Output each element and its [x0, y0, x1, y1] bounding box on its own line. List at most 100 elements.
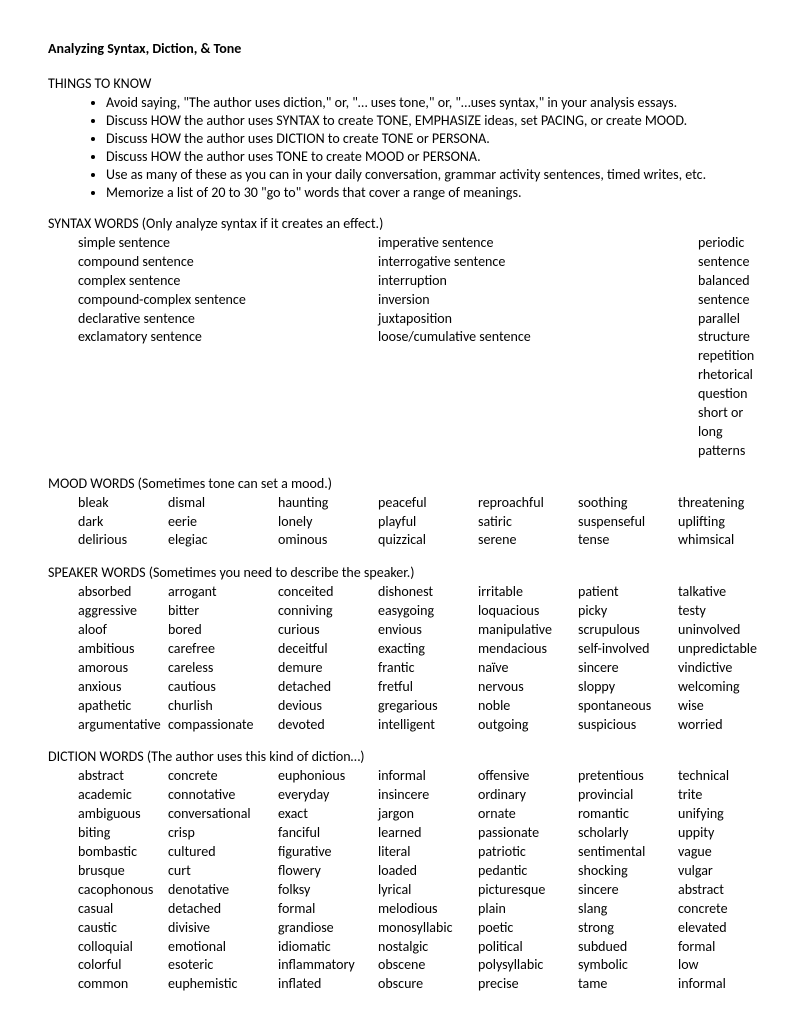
things-to-know-header: THINGS TO KNOW — [48, 75, 743, 92]
word-item: repetition — [698, 347, 754, 366]
word-item: insincere — [378, 786, 478, 805]
word-item: self-involved — [578, 640, 678, 659]
word-item: frantic — [378, 659, 478, 678]
word-item: obscene — [378, 956, 478, 975]
word-item: nervous — [478, 678, 578, 697]
word-item: common — [78, 975, 168, 994]
word-item: detached — [278, 678, 378, 697]
word-item: anxious — [78, 678, 168, 697]
word-column: patientpickyscrupulousself-involvedsince… — [578, 583, 678, 734]
word-item: subdued — [578, 938, 678, 957]
word-item: exacting — [378, 640, 478, 659]
word-column: talkativetestyuninvolvedunpredictablevin… — [678, 583, 757, 734]
word-item: parallel structure — [698, 310, 754, 348]
word-item: loaded — [378, 862, 478, 881]
word-item: threatening — [678, 494, 744, 513]
word-item: low — [678, 956, 743, 975]
word-item: ornate — [478, 805, 578, 824]
word-item: suspicious — [578, 716, 678, 735]
word-item: argumentative — [78, 716, 168, 735]
word-item: loquacious — [478, 602, 578, 621]
word-item: imperative sentence — [378, 234, 698, 253]
word-column: simple sentencecompound sentencecomplex … — [78, 234, 378, 461]
word-item: short or long patterns — [698, 404, 754, 461]
word-item: cacophonous — [78, 881, 168, 900]
word-item: euphemistic — [168, 975, 278, 994]
word-item: picturesque — [478, 881, 578, 900]
diction-columns: abstractacademicambiguousbitingbombastic… — [48, 767, 743, 994]
word-item: abstract — [678, 881, 743, 900]
list-item: Discuss HOW the author uses SYNTAX to cr… — [106, 112, 743, 129]
word-item: shocking — [578, 862, 678, 881]
word-column: offensiveordinaryornatepassionatepatriot… — [478, 767, 578, 994]
word-item: brusque — [78, 862, 168, 881]
word-item: spontaneous — [578, 697, 678, 716]
diction-header: DICTION WORDS (The author uses this kind… — [48, 748, 743, 765]
word-item: colloquial — [78, 938, 168, 957]
word-column: euphoniouseverydayexactfancifulfigurativ… — [278, 767, 378, 994]
word-item: academic — [78, 786, 168, 805]
word-item: ambiguous — [78, 805, 168, 824]
word-item: romantic — [578, 805, 678, 824]
word-item: provincial — [578, 786, 678, 805]
word-item: absorbed — [78, 583, 168, 602]
word-item: learned — [378, 824, 478, 843]
word-item: vulgar — [678, 862, 743, 881]
word-item: conversational — [168, 805, 278, 824]
word-item: devious — [278, 697, 378, 716]
word-item: aggressive — [78, 602, 168, 621]
word-item: unifying — [678, 805, 743, 824]
word-item: crisp — [168, 824, 278, 843]
word-item: conceited — [278, 583, 378, 602]
word-item: arrogant — [168, 583, 278, 602]
word-item: curt — [168, 862, 278, 881]
word-item: whimsical — [678, 531, 744, 550]
word-item: patient — [578, 583, 678, 602]
speaker-header: SPEAKER WORDS (Sometimes you need to des… — [48, 564, 743, 581]
word-item: playful — [378, 513, 478, 532]
word-item: exclamatory sentence — [78, 328, 378, 347]
word-item: conniving — [278, 602, 378, 621]
word-column: reproachfulsatiricserene — [478, 494, 578, 551]
word-column: imperative sentenceinterrogative sentenc… — [378, 234, 698, 461]
word-item: literal — [378, 843, 478, 862]
word-item: simple sentence — [78, 234, 378, 253]
word-item: elevated — [678, 919, 743, 938]
word-item: noble — [478, 697, 578, 716]
word-item: euphonious — [278, 767, 378, 786]
word-item: mendacious — [478, 640, 578, 659]
word-item: bitter — [168, 602, 278, 621]
word-item: vindictive — [678, 659, 757, 678]
word-item: melodious — [378, 900, 478, 919]
word-item: monosyllabic — [378, 919, 478, 938]
word-item: passionate — [478, 824, 578, 843]
word-item: sincere — [578, 881, 678, 900]
word-item: ominous — [278, 531, 378, 550]
word-item: trite — [678, 786, 743, 805]
word-item: intelligent — [378, 716, 478, 735]
word-item: periodic sentence — [698, 234, 754, 272]
word-item: slang — [578, 900, 678, 919]
word-item: connotative — [168, 786, 278, 805]
word-item: uppity — [678, 824, 743, 843]
word-item: inversion — [378, 291, 698, 310]
word-item: symbolic — [578, 956, 678, 975]
word-item: lyrical — [378, 881, 478, 900]
word-item: eerie — [168, 513, 278, 532]
syntax-columns: simple sentencecompound sentencecomplex … — [48, 234, 743, 461]
word-item: esoteric — [168, 956, 278, 975]
word-column: dishonesteasygoingenviousexactingfrantic… — [378, 583, 478, 734]
word-item: bleak — [78, 494, 168, 513]
word-item: devoted — [278, 716, 378, 735]
list-item: Use as many of these as you can in your … — [106, 166, 743, 183]
list-item: Discuss HOW the author uses DICTION to c… — [106, 130, 743, 147]
word-item: lonely — [278, 513, 378, 532]
word-item: outgoing — [478, 716, 578, 735]
word-item: deceitful — [278, 640, 378, 659]
word-item: pretentious — [578, 767, 678, 786]
word-item: apathetic — [78, 697, 168, 716]
word-item: churlish — [168, 697, 278, 716]
word-item: inflated — [278, 975, 378, 994]
word-column: arrogantbitterboredcarefreecarelesscauti… — [168, 583, 278, 734]
word-item: balanced sentence — [698, 272, 754, 310]
